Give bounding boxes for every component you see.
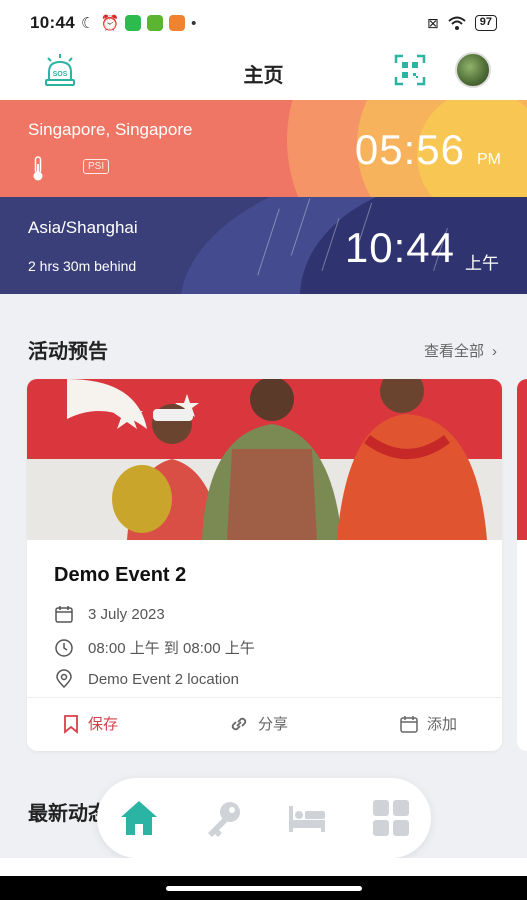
app-notification-icon (147, 15, 164, 31)
event-date: 3 July 2023 (88, 605, 165, 623)
nav-more[interactable] (369, 796, 413, 840)
app-header: SOS 主页 (0, 46, 527, 100)
event-time: 08:00 上午 到 08:00 上午 (88, 640, 255, 657)
app-notification-icon (169, 15, 186, 31)
event-image[interactable] (27, 379, 502, 540)
link-icon (231, 717, 247, 730)
page-title: 主页 (243, 64, 284, 87)
chevron-right-icon: › (492, 343, 497, 360)
bottom-nav (97, 778, 431, 858)
save-label: 保存 (88, 716, 119, 733)
nav-access[interactable] (201, 796, 245, 840)
avatar[interactable] (455, 52, 491, 88)
share-label: 分享 (258, 716, 289, 733)
bed-icon (289, 806, 325, 832)
location-pin-icon (56, 669, 72, 689)
share-button[interactable]: 分享 (228, 713, 288, 734)
event-time-row: 08:00 上午 到 08:00 上午 (54, 637, 255, 658)
bookmark-icon (64, 714, 78, 734)
next-event-card[interactable] (517, 379, 527, 751)
time-offset: 2 hrs 30m behind (28, 258, 137, 274)
key-icon (208, 802, 240, 837)
qr-scan-icon[interactable] (394, 54, 426, 86)
alarm-icon: ⏰ (100, 15, 120, 32)
event-location: Demo Event 2 location (88, 670, 239, 688)
latest-news-title: 最新动态 (28, 803, 108, 825)
event-card[interactable]: Demo Event 2 3 July 2023 08:00 上午 到 08:0… (27, 379, 502, 751)
nav-stay[interactable] (285, 796, 329, 840)
status-bar: 10:44 ☾ ⏰ • ⊠ 97 (0, 0, 527, 46)
world-clock-card: Asia/Shanghai 2 hrs 30m behind 10:44 上午 (0, 197, 527, 294)
grid-icon (373, 800, 409, 836)
status-time: 10:44 (30, 13, 75, 32)
see-all-link[interactable]: 查看全部 › (424, 340, 497, 361)
add-label: 添加 (427, 716, 458, 733)
svg-text:SOS: SOS (53, 71, 68, 78)
event-date-row: 3 July 2023 (54, 604, 165, 624)
home-indicator[interactable] (166, 886, 362, 891)
world-ampm: 上午 (465, 254, 499, 273)
wifi-icon (448, 16, 466, 30)
local-clock-card: Singapore, Singapore PSI 05:56 PM (0, 100, 527, 197)
psi-badge[interactable]: PSI (83, 159, 110, 174)
see-all-label: 查看全部 (423, 343, 484, 360)
home-icon (121, 801, 157, 835)
local-ampm: PM (477, 151, 501, 168)
add-to-calendar-button[interactable]: 添加 (399, 713, 457, 734)
moon-icon: ☾ (80, 15, 95, 32)
card-divider (27, 697, 502, 698)
battery-indicator: 97 (474, 15, 497, 31)
clock-icon (55, 638, 73, 657)
sim-icon: ⊠ (427, 14, 439, 31)
thermometer-icon[interactable] (30, 156, 46, 182)
local-city: Singapore, Singapore (28, 120, 193, 139)
world-time: 10:44 (344, 224, 455, 271)
more-dot-icon: • (191, 14, 197, 32)
event-location-row: Demo Event 2 location (54, 669, 239, 689)
calendar-add-icon (400, 715, 418, 733)
calendar-icon (55, 606, 73, 623)
local-time: 05:56 (354, 126, 465, 173)
events-section-title: 活动预告 (28, 341, 108, 363)
save-button[interactable]: 保存 (62, 713, 118, 734)
sos-icon[interactable]: SOS (42, 52, 78, 88)
nav-home[interactable] (117, 796, 161, 840)
timezone-name: Asia/Shanghai (28, 218, 138, 237)
wechat-icon (125, 15, 142, 31)
event-title: Demo Event 2 (54, 564, 187, 586)
